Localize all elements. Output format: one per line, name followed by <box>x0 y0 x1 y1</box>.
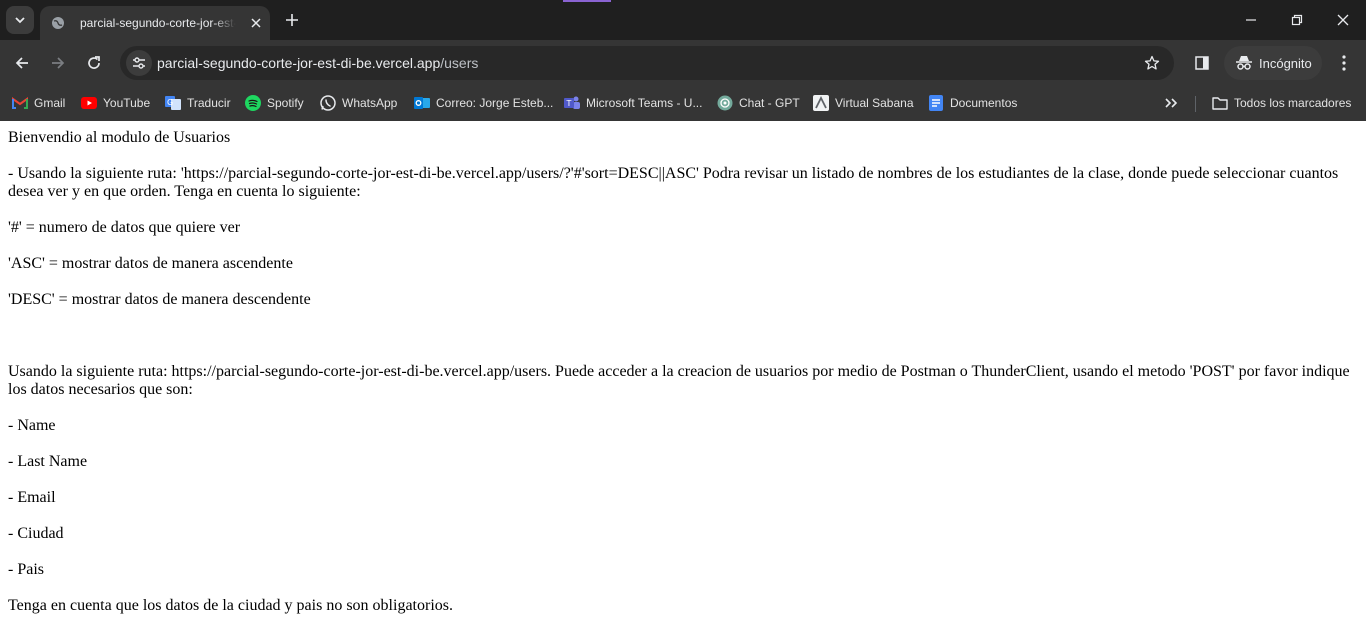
bookmark-label: Chat - GPT <box>739 96 800 110</box>
globe-icon <box>50 15 66 31</box>
toolbar: parcial-segundo-corte-jor-est-di-be.verc… <box>0 40 1366 86</box>
close-icon <box>1337 14 1349 26</box>
browser-chrome: parcial-segundo-corte-jor-est-di-be.verc… <box>0 0 1366 121</box>
arrow-right-icon <box>52 57 65 69</box>
arrow-left-icon <box>15 57 28 69</box>
bookmark-label: Spotify <box>267 96 304 110</box>
teams-icon: T <box>564 95 580 111</box>
all-bookmarks-label: Todos los marcadores <box>1234 96 1352 110</box>
route-list-text: - Usando la siguiente ruta: 'https://par… <box>8 165 1339 200</box>
back-button[interactable] <box>8 49 36 77</box>
close-window-button[interactable] <box>1320 0 1366 40</box>
forward-button[interactable] <box>44 49 72 77</box>
url-text[interactable]: parcial-segundo-corte-jor-est-di-be.verc… <box>157 55 478 71</box>
footer-note: Tenga en cuenta que los datos de la ciud… <box>8 597 453 614</box>
spotify-icon <box>245 95 261 111</box>
svg-text:G: G <box>167 98 173 107</box>
bookmark-star-button[interactable] <box>1140 51 1164 75</box>
side-panel-icon <box>1195 56 1209 70</box>
bookmark-label: Virtual Sabana <box>835 96 914 110</box>
plus-icon <box>286 14 298 26</box>
browser-menu-button[interactable] <box>1332 49 1356 77</box>
active-tab[interactable]: parcial-segundo-corte-jor-est-di-be.verc… <box>40 6 270 40</box>
bookmark-label: YouTube <box>103 96 151 110</box>
bookmark-label: Correo: Jorge Esteb... <box>436 96 554 110</box>
address-bar[interactable]: parcial-segundo-corte-jor-est-di-be.verc… <box>120 46 1174 80</box>
bookmarks-bar: Gmail YouTube G Traducir Spotify WhatsAp… <box>0 86 1366 121</box>
tab-title: parcial-segundo-corte-jor-est-di-be.verc… <box>80 16 236 30</box>
field-item: - Email <box>8 489 56 506</box>
note-item: 'DESC' = mostrar datos de manera descend… <box>8 291 311 308</box>
new-tab-button[interactable] <box>280 8 304 32</box>
more-vert-icon <box>1342 55 1346 71</box>
bookmark-traducir[interactable]: G Traducir <box>165 92 231 114</box>
double-chevron-right-icon <box>1165 98 1178 108</box>
bookmark-label: WhatsApp <box>342 96 398 110</box>
url-path: /users <box>440 55 479 71</box>
page-content: Bienvendio al modulo de Usuarios - Usand… <box>0 121 1366 633</box>
bookmarks-overflow-button[interactable] <box>1164 92 1178 114</box>
bookmark-youtube[interactable]: YouTube <box>81 92 150 114</box>
field-item: - Name <box>8 417 56 434</box>
incognito-indicator <box>563 0 611 2</box>
restore-button[interactable] <box>1274 0 1320 40</box>
youtube-icon <box>81 95 97 111</box>
all-bookmarks-button[interactable]: Todos los marcadores <box>1212 92 1351 114</box>
chevron-down-icon <box>15 17 25 24</box>
note-item: 'ASC' = mostrar datos de manera ascenden… <box>8 255 293 272</box>
folder-icon <box>1212 95 1228 111</box>
bookmarks-separator <box>1195 96 1196 112</box>
minimize-button[interactable] <box>1228 0 1274 40</box>
field-item: - Last Name <box>8 453 88 470</box>
note-item: '#' = numero de datos que quiere ver <box>8 219 241 236</box>
url-host: parcial-segundo-corte-jor-est-di-be.verc… <box>157 55 441 71</box>
welcome-text: Bienvendio al modulo de Usuarios <box>8 129 231 146</box>
gmail-icon <box>12 95 28 111</box>
tune-icon <box>133 57 145 69</box>
translate-icon: G <box>165 95 181 111</box>
bookmark-documentos[interactable]: Documentos <box>928 92 1017 114</box>
whatsapp-icon <box>320 95 336 111</box>
bookmark-label: Traducir <box>187 96 231 110</box>
docs-icon <box>928 95 944 111</box>
bookmark-gmail[interactable]: Gmail <box>12 92 65 114</box>
incognito-profile-button[interactable]: Incógnito <box>1224 46 1322 80</box>
field-item: - Pais <box>8 561 44 578</box>
tab-strip: parcial-segundo-corte-jor-est-di-be.verc… <box>0 0 1366 40</box>
bookmark-label: Documentos <box>950 96 1018 110</box>
reload-button[interactable] <box>80 49 108 77</box>
bookmark-spotify[interactable]: Spotify <box>245 92 304 114</box>
bookmark-teams[interactable]: T Microsoft Teams - U... <box>564 92 702 114</box>
minimize-icon <box>1246 19 1256 21</box>
chatgpt-icon <box>717 95 733 111</box>
outlook-icon <box>414 95 430 111</box>
tab-search-button[interactable] <box>6 6 34 34</box>
bookmark-correo[interactable]: Correo: Jorge Esteb... <box>414 92 553 114</box>
field-item: - Ciudad <box>8 525 64 542</box>
reload-icon <box>88 56 100 69</box>
close-tab-icon[interactable] <box>246 13 266 33</box>
route-post-text: Usando la siguiente ruta: https://parcia… <box>8 363 1350 398</box>
star-icon <box>1144 55 1160 70</box>
bookmark-chat-gpt[interactable]: Chat - GPT <box>717 92 800 114</box>
restore-icon <box>1291 14 1303 26</box>
virtual-sabana-icon <box>813 95 829 111</box>
side-panel-button[interactable] <box>1188 49 1216 77</box>
bookmark-virtual-sabana[interactable]: Virtual Sabana <box>813 92 914 114</box>
bookmark-whatsapp[interactable]: WhatsApp <box>320 92 397 114</box>
bookmark-label: Gmail <box>34 96 66 110</box>
incognito-icon <box>1236 56 1252 70</box>
incognito-label: Incógnito <box>1259 55 1312 71</box>
svg-text:T: T <box>566 99 572 108</box>
bookmark-label: Microsoft Teams - U... <box>586 96 703 110</box>
site-info-button[interactable] <box>126 50 152 76</box>
